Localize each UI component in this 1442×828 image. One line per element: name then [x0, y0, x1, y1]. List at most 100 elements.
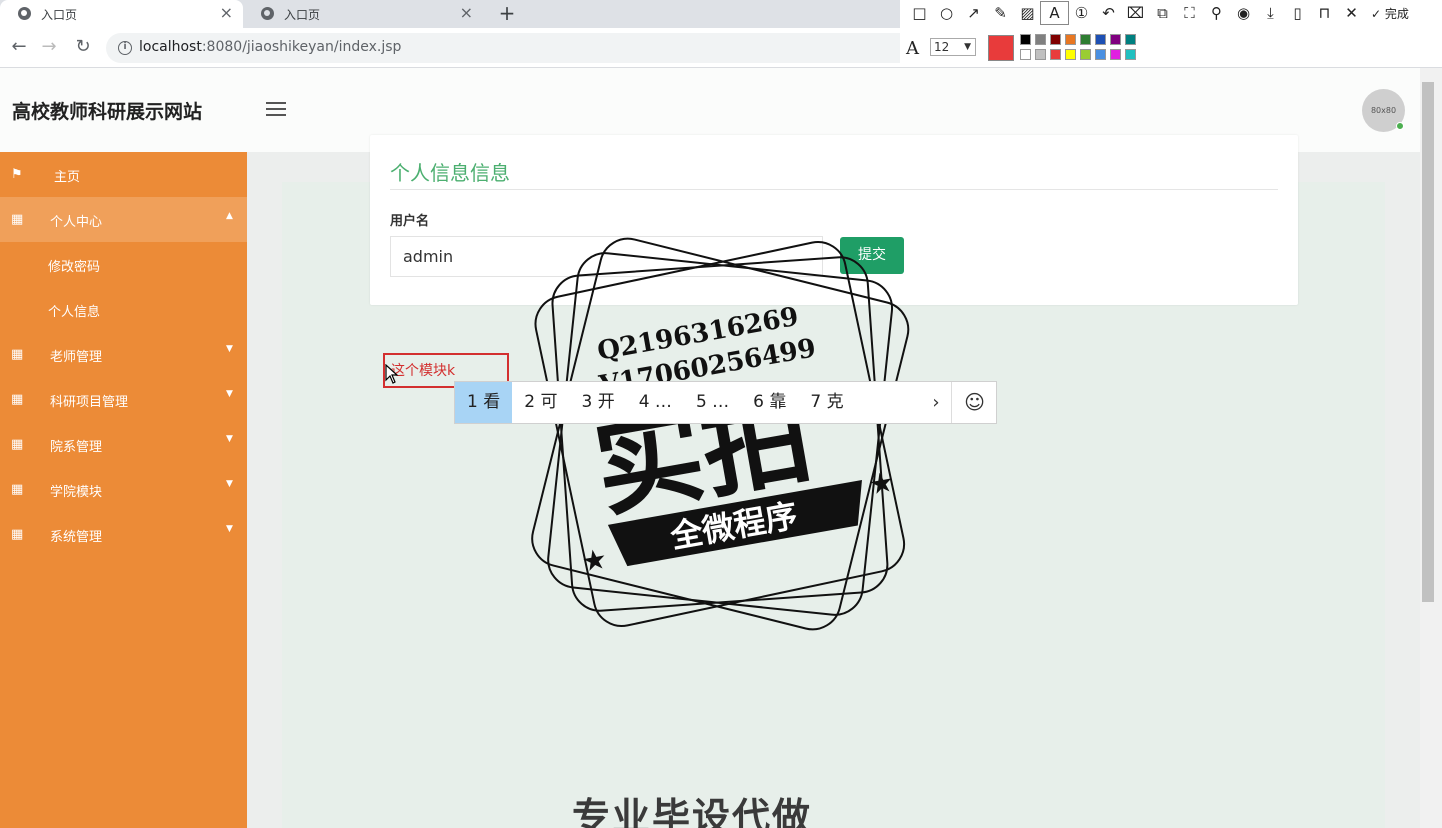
color-swatch[interactable]: [1035, 34, 1046, 45]
info-icon[interactable]: i: [118, 41, 132, 55]
url-path: :8080/jiaoshikeyan/index.jsp: [201, 39, 402, 55]
svg-text:★: ★: [866, 465, 896, 502]
sidebar-item-label: 老师管理: [50, 350, 103, 365]
color-swatch[interactable]: [1020, 49, 1031, 60]
bookmark-icon[interactable]: ⊓: [1311, 2, 1338, 24]
color-swatch[interactable]: [1050, 34, 1061, 45]
color-swatch[interactable]: [1065, 49, 1076, 60]
color-swatch[interactable]: [1080, 49, 1091, 60]
font-icon: A: [906, 38, 919, 59]
sidebar-item-label: 学院模块: [50, 485, 103, 500]
grid-icon: ▦: [11, 527, 24, 542]
sidebar-item-home[interactable]: ⚑ 主页: [0, 152, 247, 197]
forward-arrow-icon[interactable]: →: [38, 36, 60, 58]
browser-tab[interactable]: 入口页 ×: [243, 0, 483, 28]
close-icon[interactable]: ×: [220, 4, 233, 22]
site-title: 高校教师科研展示网站: [12, 101, 203, 123]
pin-icon[interactable]: ⚲: [1203, 2, 1230, 24]
chevron-down-icon: ▼: [226, 344, 233, 354]
new-tab-button[interactable]: +: [496, 2, 518, 24]
chevron-down-icon: ▼: [226, 434, 233, 444]
hamburger-menu-icon[interactable]: [266, 102, 286, 118]
sidebar-item-label: 院系管理: [50, 440, 103, 455]
divider: [390, 189, 1278, 190]
color-swatch[interactable]: [1020, 34, 1031, 45]
globe-icon: [261, 7, 274, 20]
cancel-icon[interactable]: ✕: [1338, 2, 1365, 24]
globe-icon: [18, 7, 31, 20]
chevron-down-icon: ▼: [226, 524, 233, 534]
color-swatch[interactable]: [1050, 49, 1061, 60]
page-scrollbar[interactable]: [1420, 68, 1442, 828]
grid-icon: ▦: [11, 347, 24, 362]
ime-candidate[interactable]: 1 看: [455, 382, 513, 423]
font-size-value: 12: [934, 40, 950, 54]
mosaic-tool-icon[interactable]: ▨: [1014, 2, 1041, 24]
browser-tab-active[interactable]: 入口页 ×: [0, 0, 243, 28]
chevron-down-icon: ▼: [226, 389, 233, 399]
sidebar-item-system-mgmt[interactable]: ▦ 系统管理 ▼: [0, 512, 247, 557]
eraser-icon[interactable]: ⌧: [1122, 2, 1149, 24]
color-swatch[interactable]: [1065, 34, 1076, 45]
sidebar-subitem-change-password[interactable]: 修改密码: [48, 256, 100, 275]
current-color-swatch[interactable]: [988, 35, 1014, 61]
sidebar-item-department-mgmt[interactable]: ▦ 院系管理 ▼: [0, 422, 247, 467]
sidebar-item-teacher-mgmt[interactable]: ▦ 老师管理 ▼: [0, 332, 247, 377]
color-swatch[interactable]: [1095, 49, 1106, 60]
grid-icon: ▦: [11, 212, 24, 227]
record-icon[interactable]: ◉: [1230, 2, 1257, 24]
color-swatch[interactable]: [1110, 34, 1121, 45]
text-tool-icon[interactable]: A: [1040, 1, 1069, 25]
done-button[interactable]: ✓ 完成: [1371, 5, 1409, 22]
pen-tool-icon[interactable]: ✎: [987, 2, 1014, 24]
font-size-select[interactable]: 12 ▼: [930, 38, 976, 56]
color-swatch[interactable]: [1125, 49, 1136, 60]
sidebar-item-project-mgmt[interactable]: ▦ 科研项目管理 ▼: [0, 377, 247, 422]
ime-candidate[interactable]: 2 可: [512, 382, 569, 423]
color-swatch[interactable]: [1125, 34, 1136, 45]
flag-icon: ⚑: [11, 167, 23, 182]
number-tool-icon[interactable]: ①: [1068, 2, 1095, 24]
reload-icon[interactable]: ↻: [72, 36, 94, 58]
card-title: 个人信息信息: [390, 161, 510, 185]
ellipse-tool-icon[interactable]: ○: [933, 2, 960, 24]
crop-icon[interactable]: ⛶: [1176, 2, 1203, 24]
color-swatch[interactable]: [1110, 49, 1121, 60]
ime-candidate-bar: 1 看 2 可 3 开 4 … 5 … 6 靠 7 克 › ☺: [454, 381, 997, 424]
color-swatch[interactable]: [1035, 49, 1046, 60]
chevron-up-icon: ▲: [226, 211, 233, 221]
scrollbar-thumb[interactable]: [1422, 82, 1434, 602]
done-label: 完成: [1384, 6, 1409, 21]
close-icon[interactable]: ×: [460, 4, 473, 22]
online-status-dot: [1396, 122, 1404, 130]
svg-text:★: ★: [579, 542, 609, 579]
sidebar-item-label: 科研项目管理: [50, 395, 129, 410]
url-text[interactable]: localhost:8080/jiaoshikeyan/index.jsp: [139, 39, 401, 55]
sidebar-item-personal-center[interactable]: ▦ 个人中心 ▲: [0, 197, 247, 242]
ime-candidate[interactable]: 4 …: [627, 382, 684, 423]
sidebar-item-label: 个人中心: [50, 215, 103, 230]
ime-candidate[interactable]: 6 靠: [741, 382, 798, 423]
translate-icon[interactable]: ⧉: [1149, 2, 1176, 24]
sidebar-subitem-personal-info[interactable]: 个人信息: [48, 301, 100, 320]
chevron-down-icon: ▼: [226, 479, 233, 489]
color-swatch[interactable]: [1095, 34, 1106, 45]
rectangle-tool-icon[interactable]: □: [906, 2, 933, 24]
username-label: 用户名: [390, 214, 430, 229]
chevron-right-icon[interactable]: ›: [921, 382, 951, 423]
ime-candidate[interactable]: 5 …: [684, 382, 741, 423]
arrow-tool-icon[interactable]: ↗: [960, 2, 987, 24]
ime-candidate[interactable]: 7 克: [798, 382, 855, 423]
tab-title: 入口页: [284, 8, 321, 22]
phone-icon[interactable]: ▯: [1284, 2, 1311, 24]
color-swatch[interactable]: [1080, 34, 1091, 45]
download-icon[interactable]: ⤓: [1257, 2, 1284, 24]
undo-icon[interactable]: ↶: [1095, 2, 1122, 24]
sidebar-item-college-module[interactable]: ▦ 学院模块 ▼: [0, 467, 247, 512]
ime-candidate[interactable]: 3 开: [569, 382, 626, 423]
grid-icon: ▦: [11, 392, 24, 407]
url-host: localhost: [139, 39, 202, 55]
emoji-icon[interactable]: ☺: [951, 382, 997, 423]
back-arrow-icon[interactable]: ←: [8, 36, 30, 58]
sidebar-item-label: 主页: [54, 170, 81, 185]
